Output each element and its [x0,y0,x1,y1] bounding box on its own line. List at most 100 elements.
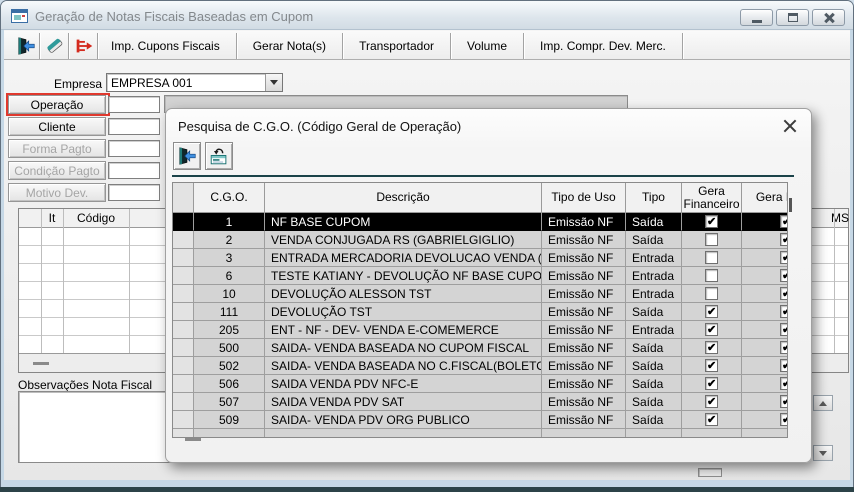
side-button[interactable]: Operação [8,95,106,114]
gera-financeiro-checkbox[interactable] [705,358,718,374]
table-row[interactable]: 1 NF BASE CUPOM Emissão NF Saída [173,213,787,231]
dialog-restore-button[interactable] [205,142,233,170]
gera-fiscal-checkbox[interactable] [780,340,787,356]
row-selector[interactable] [173,231,194,249]
row-selector[interactable] [173,393,194,411]
cell-tipo-de-uso: Emissão NF [542,267,626,285]
table-row[interactable]: 506 SAIDA VENDA PDV NFC-E Emissão NF Saí… [173,375,787,393]
gera-financeiro-checkbox[interactable] [705,412,718,428]
operacao-input[interactable] [108,96,160,113]
table-row[interactable]: 502 SAIDA- VENDA BASEADA NO C.FISCAL(BOL… [173,357,787,375]
dialog-close-button[interactable] [782,118,797,133]
gera-financeiro-checkbox[interactable] [705,304,718,320]
gera-fiscal-checkbox[interactable] [780,250,787,266]
gera-fiscal-checkbox[interactable] [780,304,787,320]
toolbar-button[interactable]: Volume [451,33,525,59]
gera-fiscal-checkbox[interactable] [780,394,787,410]
gera-fiscal-checkbox[interactable] [780,268,787,284]
side-button[interactable]: Condição Pagto [8,161,106,180]
cell-cgo: 506 [194,375,265,393]
gera-fiscal-checkbox[interactable] [780,376,787,392]
side-button[interactable]: Forma Pagto [8,139,106,158]
vertical-scroll-thumb[interactable] [789,198,792,212]
row-selector[interactable] [173,267,194,285]
cell-tipo: Entrada [626,285,682,303]
table-row[interactable]: 10 DEVOLUÇÃO ALESSON TST Emissão NF Entr… [173,285,787,303]
row-selector[interactable] [173,321,194,339]
table-row[interactable]: 111 DEVOLUÇÃO TST Emissão NF Saída [173,303,787,321]
row-selector[interactable] [173,249,194,267]
cell-cgo: 10 [194,285,265,303]
condicao-pagto-input[interactable] [108,162,160,179]
cell-tipo: Entrada [626,267,682,285]
gera-financeiro-checkbox[interactable] [705,233,718,246]
col-selector [19,209,41,228]
table-row[interactable]: 500 SAIDA- VENDA BASEADA NO CUPOM FISCAL… [173,339,787,357]
maximize-button[interactable] [776,9,809,26]
empresa-dropdown-button[interactable] [265,74,282,91]
gera-financeiro-checkbox[interactable] [705,251,718,264]
export-button[interactable] [70,33,98,59]
header-gera-financeiro[interactable]: Gera Financeiro [682,183,742,213]
gera-financeiro-checkbox[interactable] [705,322,718,338]
toolbar-separator [172,175,794,177]
side-buttons: Operação Cliente Forma Pagto Condição Pa… [6,93,110,203]
row-selector[interactable] [173,375,194,393]
minimize-button[interactable] [740,9,773,26]
header-cgo[interactable]: C.G.O. [194,183,265,213]
toolbar-button[interactable]: Imp. Cupons Fiscais [95,33,237,59]
cell-cgo: 500 [194,339,265,357]
table-row[interactable]: 3 ENTRADA MERCADORIA DEVOLUCAO VENDA (GG… [173,249,787,267]
scroll-down-button[interactable] [813,445,833,461]
row-selector[interactable] [173,303,194,321]
row-selector[interactable] [173,213,194,231]
cell-tipo: Saída [626,231,682,249]
minimize-icon [751,19,762,23]
horizontal-scroll-thumb[interactable] [185,438,201,441]
exit-button[interactable] [12,33,40,59]
gera-fiscal-checkbox[interactable] [780,358,787,374]
table-row[interactable]: 509 SAIDA- VENDA PDV ORG PUBLICO Emissão… [173,411,787,429]
toolbar-button[interactable]: Gerar Nota(s) [237,33,344,59]
gera-financeiro-checkbox[interactable] [705,340,718,356]
motivo-dev-input[interactable] [108,184,160,201]
header-tipo-de-uso[interactable]: Tipo de Uso [542,183,626,213]
table-row[interactable]: 507 SAIDA VENDA PDV SAT Emissão NF Saída [173,393,787,411]
scroll-up-button[interactable] [813,395,833,411]
empresa-select[interactable]: EMPRESA 001 [106,73,283,92]
close-button[interactable] [812,9,845,26]
header-descricao[interactable]: Descrição [265,183,542,213]
clear-button[interactable] [41,33,69,59]
gera-fiscal-checkbox[interactable] [780,412,787,428]
gera-fiscal-checkbox[interactable] [780,286,787,302]
gera-financeiro-checkbox[interactable] [705,394,718,410]
empresa-label: Empresa [53,77,102,91]
gera-financeiro-checkbox[interactable] [705,269,718,282]
row-selector[interactable] [173,285,194,303]
side-button[interactable]: Motivo Dev. [8,183,106,202]
toolbar-button[interactable]: Transportador [343,33,451,59]
row-selector[interactable] [173,411,194,429]
cliente-input[interactable] [108,118,160,135]
table-row[interactable]: 6 TESTE KATIANY - DEVOLUÇÃO NF BASE CUPO… [173,267,787,285]
dialog-exit-button[interactable] [173,142,201,170]
gera-financeiro-checkbox[interactable] [705,376,718,392]
header-tipo[interactable]: Tipo [626,183,682,213]
gera-fiscal-checkbox[interactable] [780,322,787,338]
side-button[interactable]: Cliente [8,117,106,136]
forma-pagto-input[interactable] [108,140,160,157]
row-selector[interactable] [173,339,194,357]
toolbar-button[interactable]: Imp. Compr. Dev. Merc. [524,33,683,59]
table-row[interactable]: 2 VENDA CONJUGADA RS (GABRIELGIGLIO) Emi… [173,231,787,249]
gera-financeiro-checkbox[interactable] [705,214,718,230]
table-row[interactable]: 205 ENT - NF - DEV- VENDA E-COMEMERCE Em… [173,321,787,339]
header-gera-fiscal[interactable]: Gera Fiscal [742,183,787,213]
cell-tipo: Entrada [626,249,682,267]
scroll-thumb[interactable] [33,362,49,365]
gera-fiscal-checkbox[interactable] [780,214,787,230]
gera-financeiro-checkbox[interactable] [705,287,718,300]
title-bar[interactable]: Geração de Notas Fiscais Baseadas em Cup… [1,1,853,30]
export-icon [76,39,92,53]
row-selector[interactable] [173,357,194,375]
gera-fiscal-checkbox[interactable] [780,232,787,248]
